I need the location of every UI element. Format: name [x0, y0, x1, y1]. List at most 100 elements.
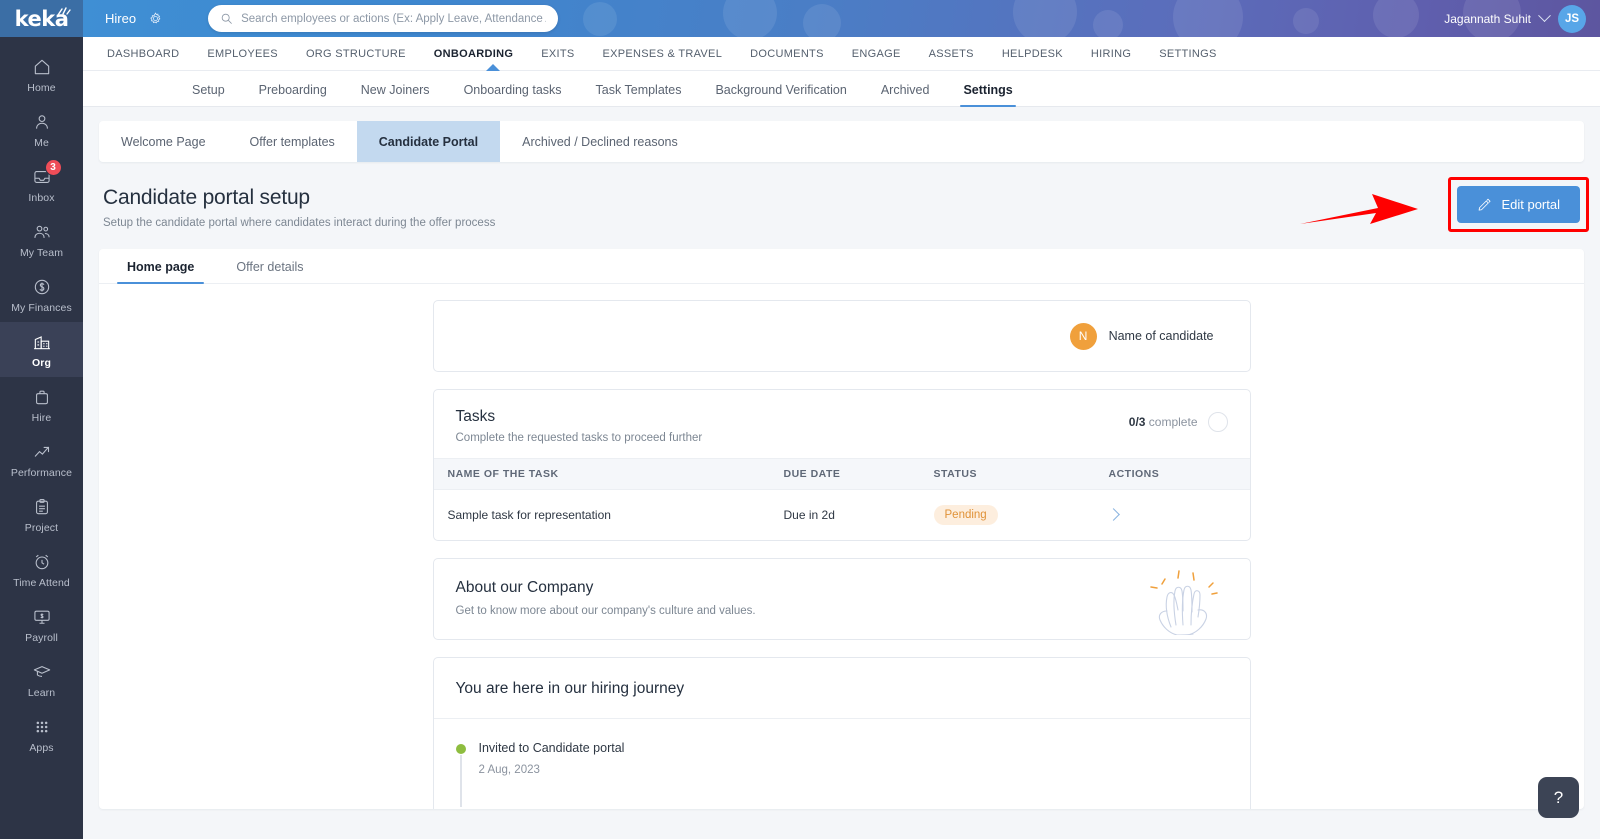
sidebar-label: Payroll [25, 631, 58, 644]
nav-helpdesk[interactable]: HELPDESK [988, 48, 1077, 60]
sidebar-item-me[interactable]: Me [0, 102, 83, 157]
edit-portal-button[interactable]: Edit portal [1457, 186, 1580, 223]
nav-onboarding[interactable]: ONBOARDING [420, 48, 527, 60]
tab-offer-details[interactable]: Offer details [226, 260, 313, 283]
secondary-nav: Setup Preboarding New Joiners Onboarding… [83, 71, 1600, 107]
nav-assets[interactable]: ASSETS [915, 48, 988, 60]
chevron-down-icon[interactable] [1538, 9, 1551, 23]
table-header-row: NAME OF THE TASK DUE DATE STATUS ACTIONS [433, 458, 1250, 490]
table-row: Sample task for representation Due in 2d… [434, 490, 1250, 541]
candidate-name: Name of candidate [1108, 329, 1214, 343]
nav-dashboard[interactable]: DASHBOARD [93, 48, 193, 60]
page-header: Candidate portal setup Setup the candida… [99, 177, 1589, 232]
main-region: Hireo Jagannath Suhit JS DASHBOARD EMPLO… [83, 0, 1600, 839]
tasks-header-text: Tasks Complete the requested tasks to pr… [456, 408, 703, 444]
subnav-preboarding[interactable]: Preboarding [242, 83, 344, 106]
nav-engage[interactable]: ENGAGE [838, 48, 915, 60]
building-icon [31, 331, 53, 353]
page-header-text: Candidate portal setup Setup the candida… [103, 186, 495, 229]
nav-org-structure[interactable]: ORG STRUCTURE [292, 48, 420, 60]
tasks-table-head: NAME OF THE TASK DUE DATE STATUS ACTIONS [433, 458, 1250, 490]
sidebar-nav: Home Me 3 Inbox My Team My Finances Org … [0, 37, 83, 762]
sidebar-label: Org [32, 356, 51, 369]
nav-documents[interactable]: DOCUMENTS [736, 48, 838, 60]
subnav-settings[interactable]: Settings [946, 83, 1029, 107]
search-input[interactable] [241, 12, 547, 25]
task-name: Sample task for representation [447, 508, 611, 522]
avatar[interactable]: JS [1558, 4, 1586, 33]
edit-portal-area: Edit portal [1300, 177, 1589, 232]
help-button[interactable]: ? [1538, 777, 1579, 818]
sidebar-label: Apps [29, 741, 54, 754]
sidebar-item-org[interactable]: Org [0, 322, 83, 377]
page-content: Welcome Page Offer templates Candidate P… [83, 107, 1600, 839]
sidebar-label: Home [27, 81, 56, 94]
keka-logo[interactable]: keka [0, 0, 83, 37]
sidebar-label: Project [24, 521, 59, 534]
about-title: About our Company [455, 579, 594, 596]
sidebar-item-payroll[interactable]: Payroll [0, 597, 83, 652]
nav-exits[interactable]: EXITS [527, 48, 588, 60]
sidebar-label: Me [34, 136, 49, 149]
sidebar-item-performance[interactable]: Performance [0, 432, 83, 487]
active-nav-caret [486, 64, 500, 71]
tasks-table: NAME OF THE TASK DUE DATE STATUS ACTIONS… [433, 458, 1250, 541]
sidebar-item-my-team[interactable]: My Team [0, 212, 83, 267]
product-name: Hireo [105, 11, 137, 26]
candidate-row: N Name of candidate [434, 301, 1250, 371]
tab-candidate-portal[interactable]: Candidate Portal [356, 121, 501, 162]
candidate-avatar: N [1069, 322, 1097, 350]
portal-preview-card: Home page Offer details N Name of candid… [99, 249, 1584, 809]
tab-offer-templates[interactable]: Offer templates [228, 121, 357, 162]
preview-tabs: Home page Offer details [99, 249, 1584, 284]
sidebar-item-learn[interactable]: Learn [0, 652, 83, 707]
dollar-circle-icon [31, 276, 53, 298]
sidebar-item-time-attend[interactable]: Time Attend [0, 542, 83, 597]
global-search[interactable] [208, 5, 559, 32]
sidebar-item-my-finances[interactable]: My Finances [0, 267, 83, 322]
sidebar-item-project[interactable]: Project [0, 487, 83, 542]
subnav-archived[interactable]: Archived [864, 83, 947, 106]
progress-text: 0/3 complete [1129, 415, 1198, 429]
page-subtitle: Setup the candidate portal where candida… [103, 217, 496, 229]
tasks-subtitle: Complete the requested tasks to proceed … [455, 432, 703, 444]
search-icon [221, 13, 232, 24]
about-content: About our Company Get to know more about… [434, 559, 1250, 639]
page-title: Candidate portal setup [103, 186, 310, 209]
grid-dots-icon [31, 716, 53, 738]
chevron-right-icon[interactable] [1106, 508, 1120, 521]
sidebar-label: Inbox [28, 191, 55, 204]
subnav-setup[interactable]: Setup [175, 83, 242, 106]
sidebar-item-home[interactable]: Home [0, 47, 83, 102]
settings-tabs: Welcome Page Offer templates Candidate P… [99, 121, 1584, 162]
sidebar-label: Learn [27, 686, 56, 699]
progress-count: 0/3 [1128, 415, 1146, 429]
gear-icon[interactable] [148, 11, 163, 26]
sparkle-icon [57, 7, 71, 16]
hiring-journey-card: You are here in our hiring journey Invit… [432, 657, 1251, 809]
sidebar-label: My Finances [11, 301, 72, 314]
sidebar-label: Performance [10, 466, 73, 479]
sidebar-item-apps[interactable]: Apps [0, 707, 83, 762]
sidebar-item-inbox[interactable]: 3 Inbox [0, 157, 83, 212]
nav-settings[interactable]: SETTINGS [1145, 48, 1230, 60]
sidebar-item-hire[interactable]: Hire [0, 377, 83, 432]
subnav-new-joiners[interactable]: New Joiners [344, 83, 447, 106]
clapping-hands-illustration [1149, 570, 1218, 635]
subnav-background-verification[interactable]: Background Verification [698, 83, 863, 106]
tasks-header: Tasks Complete the requested tasks to pr… [434, 390, 1250, 458]
nav-hiring[interactable]: HIRING [1077, 48, 1145, 60]
candidate-header-card: N Name of candidate [432, 300, 1251, 372]
status-badge: Pending [933, 505, 998, 525]
tab-welcome-page[interactable]: Welcome Page [99, 121, 228, 162]
app-root: keka Home Me 3 Inbox My Team My Finances… [0, 0, 1600, 839]
alarm-clock-icon [31, 551, 53, 573]
subnav-task-templates[interactable]: Task Templates [579, 83, 699, 106]
subnav-onboarding-tasks[interactable]: Onboarding tasks [447, 83, 579, 106]
nav-expenses-travel[interactable]: EXPENSES & TRAVEL [588, 48, 736, 60]
user-menu[interactable]: Jagannath Suhit JS [1444, 4, 1586, 33]
edit-portal-label: Edit portal [1501, 197, 1560, 212]
tab-archived-declined-reasons[interactable]: Archived / Declined reasons [500, 121, 700, 162]
nav-employees[interactable]: EMPLOYEES [193, 48, 292, 60]
tab-home-page[interactable]: Home page [117, 260, 205, 284]
